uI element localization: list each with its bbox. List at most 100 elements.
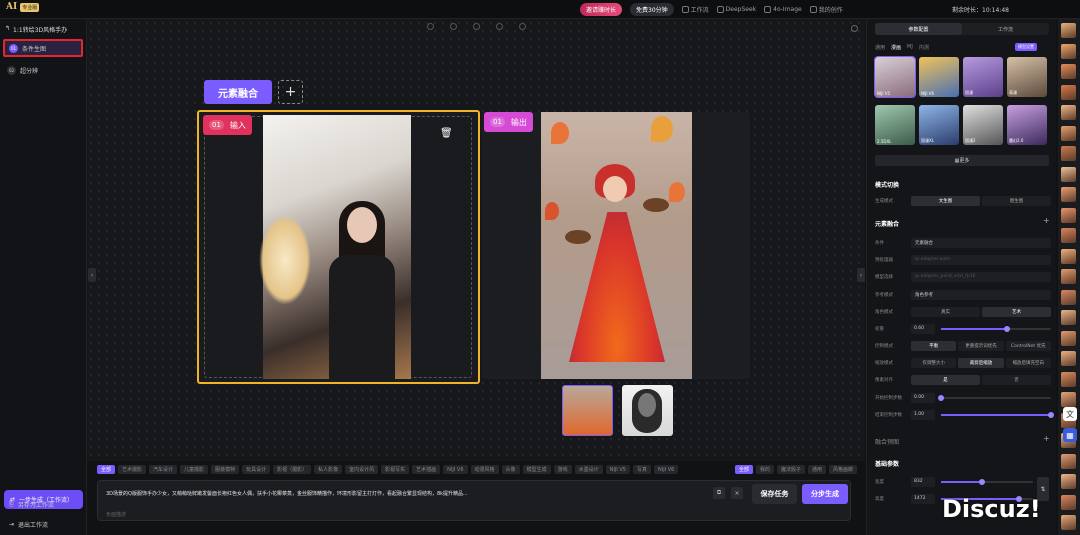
- history-thumbnail[interactable]: [1061, 474, 1076, 489]
- resize-fill[interactable]: 缩放后填充空白: [1005, 357, 1051, 368]
- copy-icon[interactable]: ⧉: [713, 487, 725, 499]
- save-task-button[interactable]: 保存任务: [752, 484, 797, 504]
- step-item-upscale[interactable]: 02 超分辨: [3, 61, 83, 79]
- history-thumbnail[interactable]: [1061, 392, 1076, 407]
- history-thumbnail[interactable]: [1061, 453, 1076, 469]
- style-tag[interactable]: 影视写实: [381, 465, 410, 474]
- history-thumbnail[interactable]: [1061, 248, 1076, 264]
- layout-icon[interactable]: ▦: [1063, 428, 1077, 442]
- style-tag[interactable]: 游戏: [553, 465, 572, 474]
- more-models-button[interactable]: ▦ 更多: [875, 155, 1049, 166]
- width-input[interactable]: 832: [911, 476, 935, 487]
- mode-txt2img[interactable]: 文生图: [911, 195, 980, 206]
- mode-img2img[interactable]: 图生图: [982, 195, 1051, 206]
- style-tag[interactable]: 艺术插画: [412, 465, 441, 474]
- add-blend-icon[interactable]: +: [1043, 434, 1050, 443]
- magic-dice-button[interactable]: 魔法骰子: [776, 465, 805, 474]
- history-thumbnail[interactable]: [1061, 105, 1076, 120]
- save-workflow-button[interactable]: ⎘ 另存为工作流: [9, 500, 54, 510]
- style-tag[interactable]: 全部: [97, 465, 116, 474]
- nav-workflow[interactable]: 工作流: [681, 5, 709, 14]
- model-card[interactable]: 魔幻2.0: [1007, 105, 1047, 145]
- style-tag[interactable]: 私人影像: [314, 465, 343, 474]
- style-tag[interactable]: 服装模特: [211, 465, 240, 474]
- fit-icon[interactable]: [519, 23, 526, 30]
- nav-4o-image[interactable]: 4o-Image: [764, 6, 802, 13]
- history-icon[interactable]: [427, 23, 434, 30]
- collapse-left-icon[interactable]: ‹: [88, 268, 96, 282]
- tab-params[interactable]: 参数配置: [875, 23, 962, 35]
- resize-crop[interactable]: 裁剪后缩放: [958, 357, 1004, 368]
- invite-button[interactable]: 邀请赚时长: [580, 3, 623, 16]
- info-icon[interactable]: [851, 25, 858, 32]
- nav-deepseek[interactable]: DeepSeek: [716, 6, 756, 13]
- translate-icon[interactable]: 文: [1063, 407, 1077, 421]
- output-image[interactable]: [541, 112, 692, 379]
- style-tag[interactable]: 动漫风格: [470, 465, 499, 474]
- model-card[interactable]: 2.5DXL: [875, 105, 915, 145]
- height-input[interactable]: 1472: [911, 493, 935, 504]
- trash-icon[interactable]: 🗑: [440, 128, 454, 142]
- control-balanced[interactable]: 平衡: [911, 340, 957, 351]
- negative-prompt[interactable]: 负面描述: [106, 511, 126, 518]
- free-trial-button[interactable]: 免费30分钟: [630, 3, 674, 16]
- render-real[interactable]: 真实: [911, 306, 980, 317]
- style-gallery-button[interactable]: 风格画廊: [828, 465, 857, 474]
- model-settings-button[interactable]: 模型设置: [1015, 43, 1037, 51]
- render-art[interactable]: 艺术: [982, 306, 1051, 317]
- nav-my-creations[interactable]: 我的创作: [809, 5, 843, 14]
- output-thumbnail[interactable]: [562, 385, 613, 436]
- history-thumbnail[interactable]: [1061, 228, 1076, 243]
- prompt-text[interactable]: 3D场景的Q版服饰手办少女，又萌萌哒鲜嫩发髻面长袍红色女人偶，扶手小花椰菜蒸，金…: [106, 490, 696, 497]
- model-card[interactable]: 国漫XL: [919, 105, 959, 145]
- history-thumbnail[interactable]: [1061, 125, 1076, 141]
- style-tag[interactable]: 汽车设计: [149, 465, 178, 474]
- weight-input[interactable]: 0.60: [911, 323, 935, 334]
- exit-workflow-button[interactable]: ⇥ 退出工作流: [9, 520, 48, 529]
- style-tag[interactable]: 玩具设计: [242, 465, 271, 474]
- filter-general[interactable]: 通用: [807, 465, 826, 474]
- style-tag[interactable]: NIJI V5: [605, 465, 630, 474]
- add-node-button[interactable]: +: [278, 80, 303, 104]
- step-generate-button[interactable]: 分步生成: [802, 484, 848, 504]
- tab-workflow[interactable]: 工作流: [962, 23, 1049, 35]
- history-thumbnail[interactable]: [1061, 23, 1076, 38]
- style-tag[interactable]: 影视（摄影）: [273, 465, 312, 474]
- history-thumbnail[interactable]: [1061, 84, 1076, 100]
- style-tag[interactable]: 头像: [501, 465, 520, 474]
- history-thumbnail[interactable]: [1061, 64, 1076, 79]
- history-thumbnail[interactable]: [1061, 207, 1076, 223]
- subtab-mj[interactable]: MJ: [907, 44, 913, 51]
- condition-select[interactable]: 元素融合: [911, 237, 1051, 248]
- history-thumbnail[interactable]: [1061, 494, 1076, 510]
- model-card[interactable]: 国漫: [963, 57, 1003, 97]
- history-thumbnail[interactable]: [1061, 289, 1076, 305]
- history-thumbnail[interactable]: [1061, 330, 1076, 346]
- model-card[interactable]: NIJI V5: [874, 56, 916, 98]
- model-select[interactable]: ip-adapter_pulid_sdxl_fp16: [911, 271, 1051, 282]
- history-thumbnail[interactable]: [1061, 515, 1076, 530]
- pixel-no[interactable]: 否: [982, 374, 1051, 385]
- step-item-condition[interactable]: 01 条件生图: [3, 39, 83, 57]
- history-thumbnail[interactable]: [1061, 146, 1076, 161]
- model-card[interactable]: 萌漫: [1007, 57, 1047, 97]
- prompt-box[interactable]: 3D场景的Q版服饰手办少女，又萌萌哒鲜嫩发髻面长袍红色女人偶，扶手小花椰菜蒸，金…: [97, 480, 851, 521]
- history-thumbnail[interactable]: [1061, 269, 1076, 284]
- style-tag[interactable]: 写真: [632, 465, 651, 474]
- style-tag[interactable]: 水墨设计: [574, 465, 603, 474]
- resize-only[interactable]: 仅调整大小: [911, 357, 957, 368]
- control-controlnet[interactable]: ControlNet 优先: [1005, 340, 1051, 351]
- weight-slider[interactable]: [941, 325, 1051, 332]
- style-tag[interactable]: 模型生成: [522, 465, 551, 474]
- history-thumbnail[interactable]: [1061, 187, 1076, 202]
- style-tag[interactable]: NIJI V6: [443, 465, 468, 474]
- subtab-anime[interactable]: 漫画: [891, 44, 901, 51]
- style-tag[interactable]: 儿童摄影: [180, 465, 209, 474]
- end-steps-input[interactable]: 1.00: [911, 409, 935, 420]
- history-thumbnail[interactable]: [1061, 351, 1076, 366]
- width-slider[interactable]: [941, 478, 1033, 485]
- clear-icon[interactable]: ×: [731, 487, 743, 499]
- palette-icon[interactable]: [473, 23, 480, 30]
- app-logo[interactable]: AI 专业版: [6, 2, 40, 12]
- model-card[interactable]: NIJI V6: [919, 57, 959, 97]
